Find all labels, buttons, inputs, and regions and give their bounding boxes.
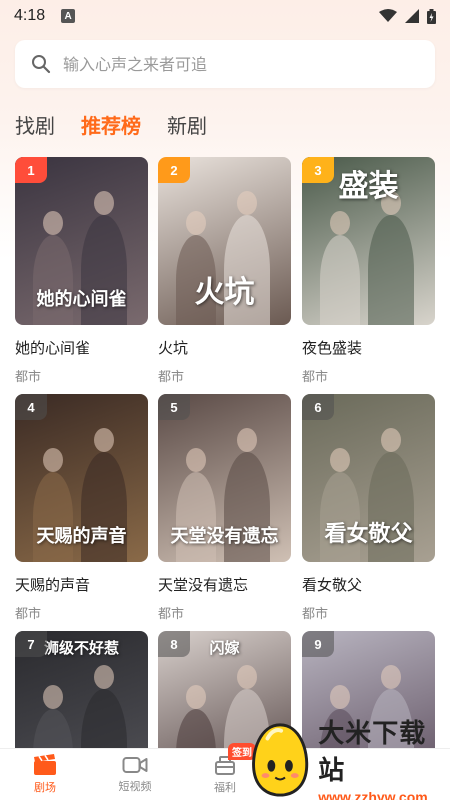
rice-mascot-icon (252, 723, 309, 797)
poster-figure-head (381, 665, 401, 689)
drama-card[interactable]: 她的心间雀 1 她的心间雀都市 (15, 157, 148, 385)
poster-figure-head (94, 665, 114, 689)
poster-figure (33, 235, 73, 325)
signal-icon (405, 9, 419, 23)
drama-genre-tag: 都市 (15, 607, 42, 622)
drama-genre-tag: 都市 (158, 370, 185, 385)
watermark-name: 大米下载站 (318, 719, 427, 786)
search-icon (32, 55, 51, 74)
nav-label-short-video: 短视频 (118, 780, 152, 793)
poster-figure-head (94, 428, 114, 452)
battery-icon (427, 8, 436, 24)
poster-title-art: 看女敬父 (324, 521, 413, 547)
search-input[interactable] (63, 54, 419, 74)
category-tabs: 找剧 推荐榜 新剧 (15, 106, 207, 142)
rank-badge: 5 (158, 394, 190, 420)
tab-ranking[interactable]: 推荐榜 (81, 110, 141, 139)
status-time: 4:18 (14, 7, 46, 24)
rank-badge: 2 (158, 157, 190, 183)
poster-title-art: 火坑 (194, 275, 255, 310)
video-camera-icon (122, 757, 148, 773)
poster-figure-head (330, 448, 350, 472)
drama-poster[interactable]: 火坑 2 (158, 157, 291, 325)
drama-genre-tag: 都市 (302, 370, 329, 385)
rank-badge: 8 (158, 631, 190, 657)
tab-find[interactable]: 找剧 (15, 110, 55, 139)
rank-badge: 4 (15, 394, 47, 420)
watermark-url: www.zzhyw.com (318, 789, 428, 800)
nav-theater[interactable]: 剧场 (0, 749, 90, 800)
drama-poster[interactable]: 看女敬父 6 (302, 394, 435, 562)
poster-title-art: 天赐的声音 (36, 526, 127, 547)
wifi-icon (379, 9, 397, 22)
status-bar: 4:18 A (0, 0, 450, 32)
nav-label-theater: 剧场 (34, 781, 56, 794)
rank-badge: 9 (302, 631, 334, 657)
poster-figure-head (186, 448, 206, 472)
poster-figure-head (237, 191, 257, 215)
tab-new[interactable]: 新剧 (167, 110, 207, 139)
poster-figure-head (186, 685, 206, 709)
nav-label-welfare: 福利 (214, 781, 236, 794)
poster-figure-head (330, 685, 350, 709)
notification-icon: A (61, 9, 76, 23)
rank-badge: 1 (15, 157, 47, 183)
poster-title-art: 她的心间雀 (36, 289, 127, 310)
poster-figure-head (43, 685, 63, 709)
drama-title[interactable]: 看女敬父 (302, 574, 435, 595)
poster-figure-head (94, 191, 114, 215)
drama-card[interactable]: 火坑 2 火坑都市 (158, 157, 291, 385)
poster-figure-head (330, 211, 350, 235)
poster-figure (33, 472, 73, 562)
drama-card[interactable]: 盛装 3 夜色盛装都市 (302, 157, 435, 385)
drama-poster[interactable]: 她的心间雀 1 (15, 157, 148, 325)
drama-poster[interactable]: 天赐的声音 4 (15, 394, 148, 562)
drama-card[interactable]: 天赐的声音 4 天赐的声音都市 (15, 394, 148, 622)
poster-figure-head (43, 211, 63, 235)
rank-badge: 3 (302, 157, 334, 183)
drama-title[interactable]: 夜色盛装 (302, 337, 435, 358)
status-icons (379, 8, 436, 24)
search-bar[interactable] (15, 40, 435, 88)
drama-poster[interactable]: 天堂没有遗忘 5 (158, 394, 291, 562)
rank-badge: 6 (302, 394, 334, 420)
poster-figure (320, 235, 360, 325)
drama-genre-tag: 都市 (15, 370, 42, 385)
site-watermark: 大米下载站 www.zzhyw.com (246, 718, 450, 800)
drama-genre-tag: 都市 (158, 607, 185, 622)
poster-figure-head (186, 211, 206, 235)
poster-figure-head (381, 428, 401, 452)
poster-figure (368, 215, 414, 325)
poster-figure-head (43, 448, 63, 472)
clapperboard-icon (34, 754, 56, 775)
drama-title[interactable]: 她的心间雀 (15, 337, 148, 358)
drama-title[interactable]: 天赐的声音 (15, 574, 148, 595)
drama-card[interactable]: 看女敬父 6 看女敬父都市 (302, 394, 435, 622)
nav-short-video[interactable]: 短视频 (90, 749, 180, 800)
drama-genre-tag: 都市 (302, 607, 329, 622)
drama-poster[interactable]: 盛装 3 (302, 157, 435, 325)
poster-figure-head (237, 428, 257, 452)
rank-badge: 7 (15, 631, 47, 657)
poster-figure (176, 472, 216, 562)
poster-figure-head (237, 665, 257, 689)
drama-title[interactable]: 天堂没有遗忘 (158, 574, 291, 595)
drama-title[interactable]: 火坑 (158, 337, 291, 358)
drama-card[interactable]: 天堂没有遗忘 5 天堂没有遗忘都市 (158, 394, 291, 622)
poster-title-art: 天堂没有遗忘 (170, 526, 279, 547)
